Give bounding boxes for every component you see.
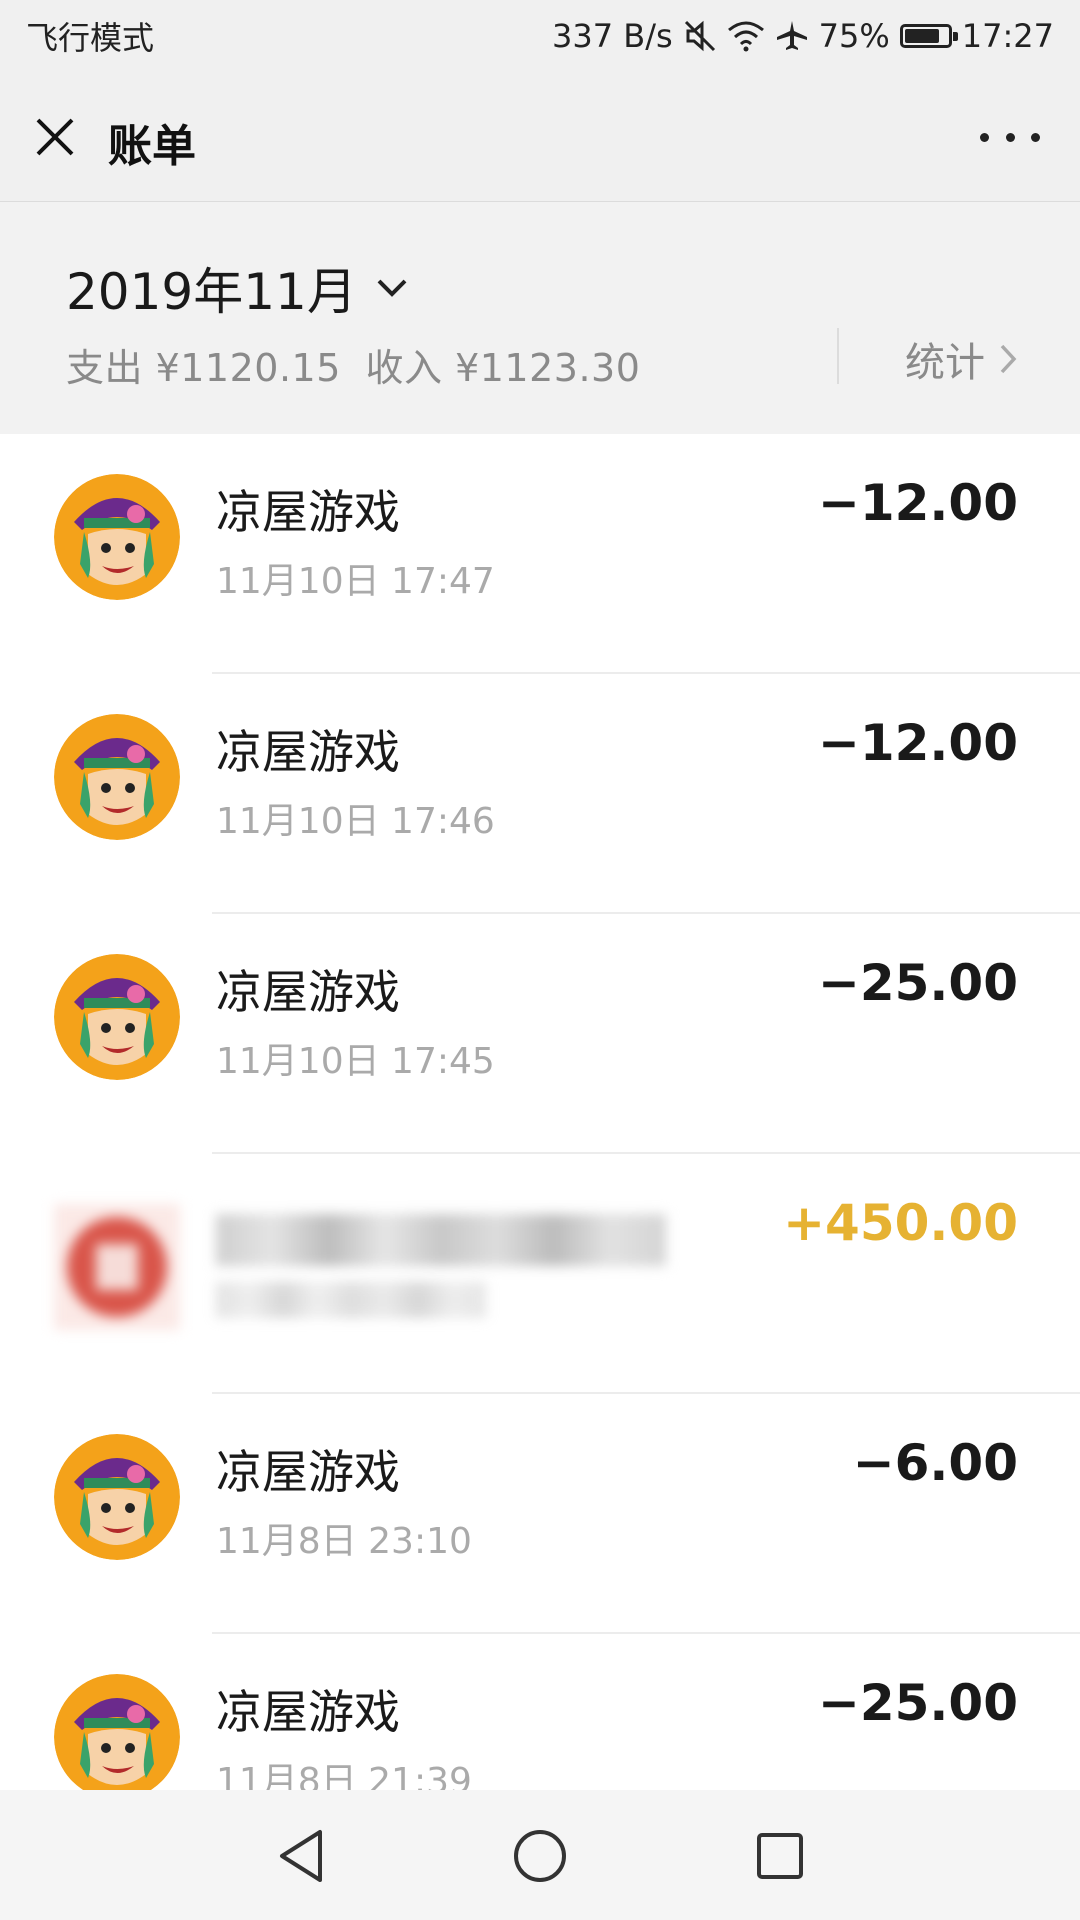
- divider: [837, 328, 839, 384]
- transaction-amount: −25.00: [817, 1674, 1018, 1732]
- month-totals: 支出 ¥1120.15 收入 ¥1123.30: [66, 337, 652, 392]
- status-bar: 飞行模式 337 B/s 75% 17:27: [0, 0, 1080, 72]
- transaction-title: 凉屋游戏: [216, 725, 400, 779]
- transaction-amount: −25.00: [817, 954, 1018, 1012]
- transaction-time: 11月8日 23:10: [216, 1521, 472, 1562]
- transaction-amount: −12.00: [817, 474, 1018, 532]
- transaction-row[interactable]: +450.00: [0, 1154, 1080, 1394]
- network-speed: 337 B/s: [552, 17, 673, 55]
- chevron-right-icon: [1000, 344, 1017, 374]
- page-title: 账单: [108, 121, 196, 172]
- status-icons: 337 B/s 75% 17:27: [552, 17, 1054, 55]
- back-button[interactable]: [272, 1826, 332, 1886]
- transaction-amount: −12.00: [817, 714, 1018, 772]
- title-bar: 账单: [0, 72, 1080, 202]
- transaction-amount: −6.00: [852, 1434, 1018, 1492]
- transaction-time: 11月10日 17:47: [216, 561, 495, 602]
- transaction-list: 凉屋游戏 11月10日 17:47 −12.00 凉屋游戏 11月10日 17:…: [0, 434, 1080, 1790]
- airplane-mode-label: 飞行模式: [26, 19, 155, 57]
- avatar: [54, 474, 180, 600]
- avatar: [54, 1674, 180, 1790]
- transaction-title: 凉屋游戏: [216, 1445, 400, 1499]
- stats-button[interactable]: 统计: [905, 330, 1017, 388]
- avatar: [54, 714, 180, 840]
- recents-icon: [757, 1833, 803, 1879]
- stats-label: 统计: [905, 340, 985, 386]
- mute-icon: [683, 19, 717, 53]
- more-dot: [1005, 132, 1015, 142]
- redacted-time: [216, 1282, 486, 1318]
- transaction-time: 11月10日 17:45: [216, 1041, 495, 1082]
- month-label: 2019年11月: [66, 263, 357, 321]
- battery-icon: [899, 24, 958, 48]
- back-icon: [280, 1830, 322, 1882]
- close-button[interactable]: [30, 112, 80, 162]
- more-button[interactable]: [980, 122, 1040, 152]
- month-summary: 2019年11月 支出 ¥1120.15 收入 ¥1123.30 统计: [0, 202, 1080, 434]
- transaction-row[interactable]: 凉屋游戏 11月10日 17:45 −25.00: [0, 914, 1080, 1154]
- transaction-amount: +450.00: [783, 1194, 1018, 1252]
- clock: 17:27: [961, 17, 1054, 55]
- transaction-title: 凉屋游戏: [216, 485, 400, 539]
- transaction-time: 11月8日 21:39: [216, 1761, 472, 1790]
- recents-button[interactable]: [750, 1826, 810, 1886]
- transaction-time: 11月10日 17:46: [216, 801, 495, 842]
- avatar: [54, 1204, 180, 1330]
- home-button[interactable]: [510, 1826, 570, 1886]
- chevron-down-icon: [377, 279, 407, 297]
- redacted-title: [216, 1214, 666, 1266]
- more-dot: [980, 132, 989, 142]
- month-picker[interactable]: 2019年11月: [66, 252, 409, 324]
- transaction-title: 凉屋游戏: [216, 965, 400, 1019]
- system-nav-bar: [0, 1790, 1080, 1920]
- wifi-icon: [727, 20, 765, 52]
- transaction-row[interactable]: 凉屋游戏 11月10日 17:46 −12.00: [0, 674, 1080, 914]
- transaction-row[interactable]: 凉屋游戏 11月8日 21:39 −25.00: [0, 1634, 1080, 1790]
- transaction-row[interactable]: 凉屋游戏 11月8日 23:10 −6.00: [0, 1394, 1080, 1634]
- home-icon: [514, 1830, 566, 1882]
- airplane-icon: [775, 19, 809, 53]
- avatar: [54, 1434, 180, 1560]
- battery-percent: 75%: [818, 17, 890, 55]
- avatar: [54, 954, 180, 1080]
- transaction-row[interactable]: 凉屋游戏 11月10日 17:47 −12.00: [0, 434, 1080, 674]
- income-total: 收入 ¥1123.30: [365, 346, 641, 390]
- more-dot: [1031, 132, 1040, 142]
- close-icon: [36, 118, 74, 156]
- expense-total: 支出 ¥1120.15: [66, 346, 341, 390]
- transaction-title: 凉屋游戏: [216, 1685, 400, 1739]
